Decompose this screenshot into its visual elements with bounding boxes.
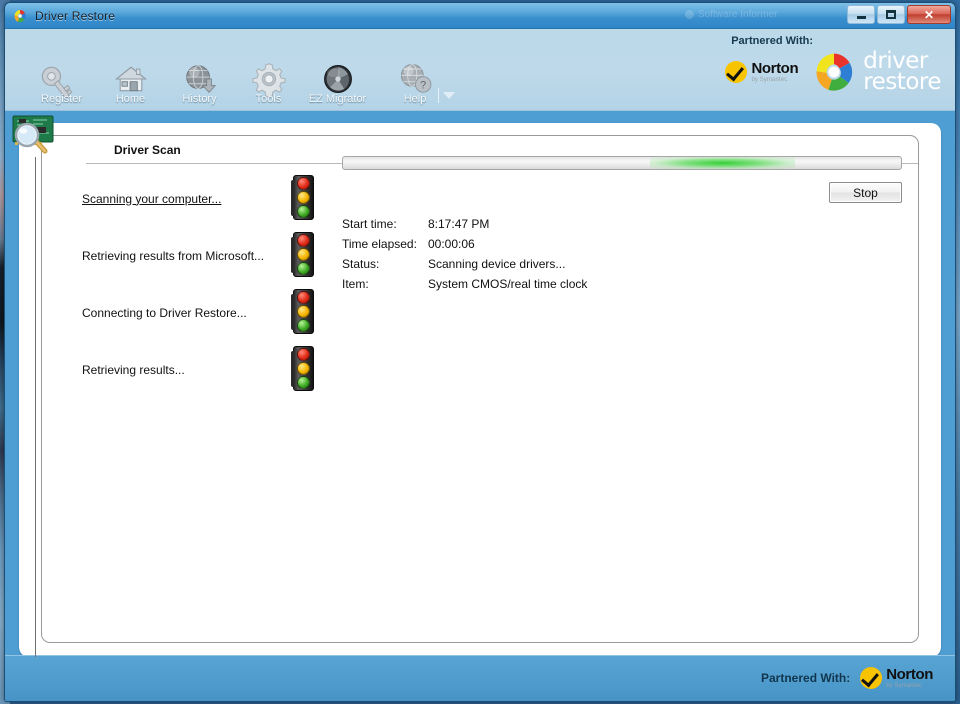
scan-step-list: Scanning your computer... Retrieving res… <box>42 170 332 398</box>
toolbar-item-home[interactable]: Home <box>96 57 165 105</box>
stop-button[interactable]: Stop <box>829 182 902 203</box>
scan-status-panel: Stop Start time: 8:17:47 PM Time elapsed… <box>342 156 902 297</box>
title-bar[interactable]: Driver Restore Software Informer ✕ <box>5 3 955 29</box>
toolbar-label-ez-migrator: EZ Migrator <box>309 93 366 105</box>
toolbar-label-history: History <box>182 93 216 105</box>
scan-step-label-1: Scanning your computer... <box>82 192 221 206</box>
driver-restore-logo: driver restore <box>812 50 941 94</box>
status-value-time-elapsed: 00:00:06 <box>428 237 587 257</box>
status-value-item: System CMOS/real time clock <box>428 277 587 297</box>
status-row-start-time: Start time: 8:17:47 PM <box>342 217 587 237</box>
chevron-down-icon[interactable] <box>443 92 455 99</box>
norton-checkmark-icon <box>725 61 747 83</box>
partner-block-top: Partnered With: Norton by Symantec <box>725 35 941 94</box>
scan-progress-bar <box>342 156 902 170</box>
scan-step-row-4: Retrieving results... <box>42 341 332 398</box>
norton-name-top: Norton <box>751 61 798 76</box>
norton-logo-top: Norton by Symantec <box>725 61 798 83</box>
scan-step-label-2: Retrieving results from Microsoft... <box>82 249 264 263</box>
content-inner-panel: Driver Scan Scanning your computer... <box>41 135 919 643</box>
content-card: Driver Scan Scanning your computer... <box>19 123 941 657</box>
toolbar-item-register[interactable]: Register <box>27 57 96 105</box>
watermark-dot-icon <box>685 10 694 19</box>
application-window: Driver Restore Software Informer ✕ <box>4 2 956 702</box>
brand-line-2: restore <box>863 72 941 93</box>
toolbar-label-home: Home <box>116 93 145 105</box>
status-key-status: Status: <box>342 257 428 277</box>
progress-marquee-glow <box>650 157 795 169</box>
toolbar-item-help[interactable]: ? Help <box>372 57 458 105</box>
partner-label-top: Partnered With: <box>731 35 813 47</box>
stop-button-row: Stop <box>342 182 902 203</box>
scan-step-label-3: Connecting to Driver Restore... <box>82 306 247 320</box>
minimize-icon <box>857 16 866 19</box>
toolbar-item-ez-migrator[interactable]: EZ Migrator <box>303 57 372 105</box>
norton-logo-footer: Norton by Symantec <box>860 667 933 689</box>
scan-step-label-4: Retrieving results... <box>82 363 185 377</box>
status-value-start-time: 8:17:47 PM <box>428 217 587 237</box>
scan-status-table: Start time: 8:17:47 PM Time elapsed: 00:… <box>342 217 587 297</box>
footer-bar: Partnered With: Norton by Symantec <box>5 655 955 701</box>
status-key-item: Item: <box>342 277 428 297</box>
norton-name-footer: Norton <box>886 667 933 682</box>
maximize-button[interactable] <box>877 5 905 24</box>
norton-checkmark-icon <box>860 667 882 689</box>
help-divider <box>438 88 439 103</box>
traffic-light-icon <box>290 289 316 337</box>
norton-sub-footer: by Symantec <box>886 683 933 689</box>
driver-restore-swirl-icon <box>812 50 856 94</box>
status-value-status: Scanning device drivers... <box>428 257 587 277</box>
driver-restore-swirl-icon <box>12 8 28 24</box>
main-toolbar: Register Home <box>5 29 955 111</box>
norton-sub-top: by Symantec <box>751 77 798 83</box>
norton-text-footer: Norton by Symantec <box>886 667 933 689</box>
status-key-start-time: Start time: <box>342 217 428 237</box>
titlebar-watermark: Software Informer <box>685 9 777 20</box>
toolbar-label-tools: Tools <box>256 93 282 105</box>
toolbar-item-history[interactable]: History <box>165 57 234 105</box>
scan-step-row-2: Retrieving results from Microsoft... <box>42 227 332 284</box>
toolbar-label-register: Register <box>41 93 82 105</box>
window-body: Driver Scan Scanning your computer... <box>5 111 955 702</box>
scan-step-row-1: Scanning your computer... <box>42 170 332 227</box>
close-button[interactable]: ✕ <box>907 5 951 24</box>
circuit-board-magnifier-icon <box>9 113 63 157</box>
scan-step-row-3: Connecting to Driver Restore... <box>42 284 332 341</box>
footer-partner-label: Partnered With: <box>761 671 850 685</box>
traffic-light-icon <box>290 346 316 394</box>
toolbar-item-tools[interactable]: Tools <box>234 57 303 105</box>
window-title: Driver Restore <box>35 9 115 23</box>
status-row-item: Item: System CMOS/real time clock <box>342 277 587 297</box>
status-row-status: Status: Scanning device drivers... <box>342 257 587 277</box>
toolbar-label-help: Help <box>404 93 427 105</box>
scan-guide-line <box>35 157 36 657</box>
watermark-text: Software Informer <box>698 9 777 20</box>
partner-logos-row: Norton by Symantec driver <box>725 50 941 94</box>
traffic-light-icon <box>290 232 316 280</box>
svg-text:?: ? <box>420 80 426 92</box>
traffic-light-icon <box>290 175 316 223</box>
norton-text-top: Norton by Symantec <box>751 61 798 83</box>
minimize-button[interactable] <box>847 5 875 24</box>
window-controls: ✕ <box>847 5 951 24</box>
page-title: Driver Scan <box>114 143 181 157</box>
status-key-time-elapsed: Time elapsed: <box>342 237 428 257</box>
status-row-time-elapsed: Time elapsed: 00:00:06 <box>342 237 587 257</box>
maximize-icon <box>886 10 896 19</box>
driver-restore-wordmark: driver restore <box>863 51 941 93</box>
